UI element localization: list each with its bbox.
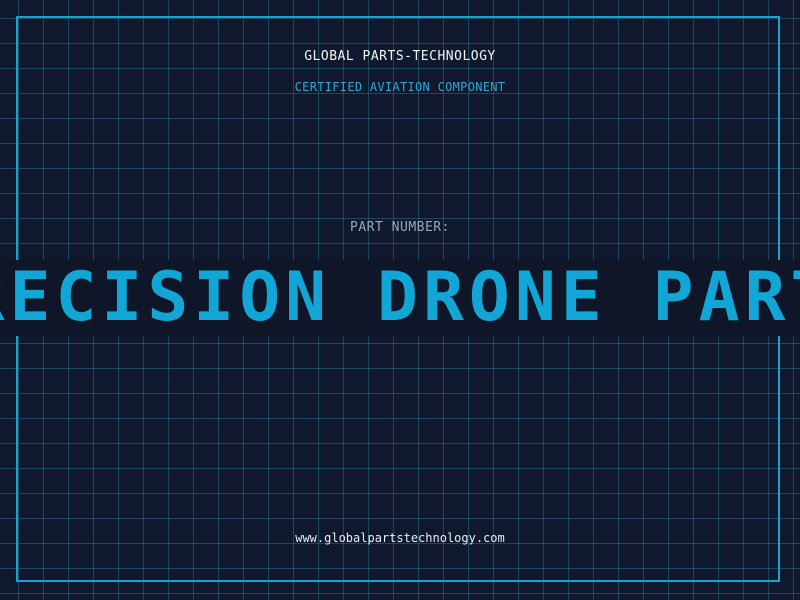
part-name-banner: PRECISION DRONE PARTS: [0, 260, 800, 336]
tagline: CERTIFIED AVIATION COMPONENT: [294, 80, 506, 94]
brand-title: GLOBAL PARTS-TECHNOLOGY: [304, 49, 496, 64]
certificate-card: GLOBAL PARTS-TECHNOLOGY CERTIFIED AVIATI…: [0, 0, 800, 600]
part-name: PRECISION DRONE PARTS: [0, 260, 800, 336]
website-url[interactable]: www.globalpartstechnology.com: [0, 531, 800, 545]
part-number-label: PART NUMBER:: [350, 220, 450, 235]
